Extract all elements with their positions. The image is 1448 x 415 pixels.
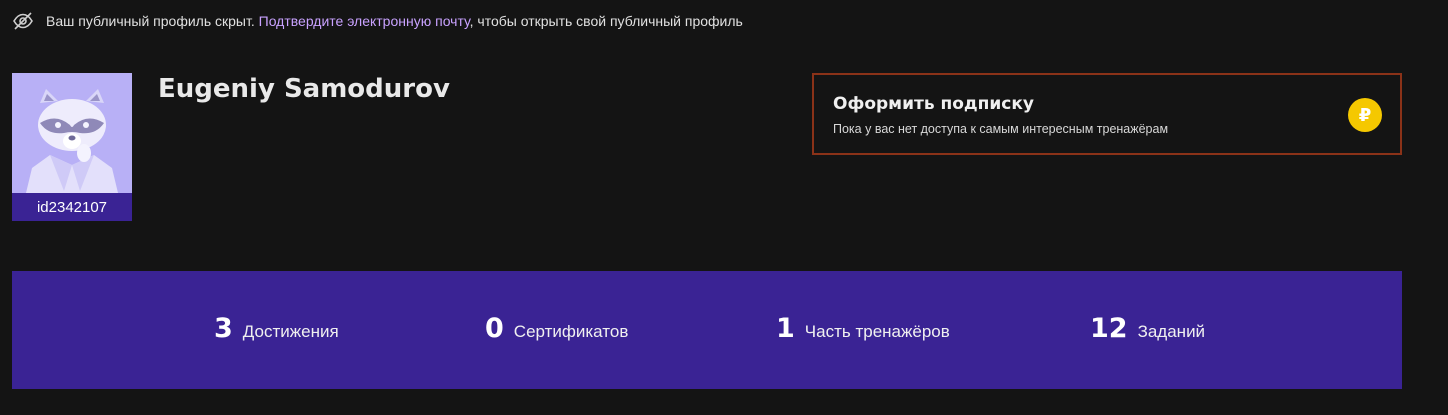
confirm-email-link[interactable]: Подтвердите электронную почту xyxy=(259,13,470,29)
stat-label: Сертификатов xyxy=(513,322,629,341)
ruble-coin-icon: ₽ xyxy=(1348,98,1382,132)
notice-text-before: Ваш публичный профиль скрыт. xyxy=(46,13,255,29)
stat-certificates[interactable]: 0 Сертификатов xyxy=(485,313,628,344)
avatar[interactable]: id2342107 xyxy=(12,73,132,221)
stat-value: 12 xyxy=(1090,313,1128,344)
stat-value: 3 xyxy=(214,313,233,344)
subscription-description: Пока у вас нет доступа к самым интересны… xyxy=(833,122,1169,136)
stat-achievements[interactable]: 3 Достижения xyxy=(214,313,339,344)
subscription-card[interactable]: Оформить подписку Пока у вас нет доступа… xyxy=(812,73,1402,155)
notice-text-after: , чтобы открыть свой публичный профиль xyxy=(469,13,743,29)
stat-label: Заданий xyxy=(1137,322,1206,341)
stat-label: Достижения xyxy=(242,322,339,341)
subscription-title: Оформить подписку xyxy=(833,94,1035,114)
user-id-label: id2342107 xyxy=(12,193,132,221)
notice-text: Ваш публичный профиль скрыт. Подтвердите… xyxy=(46,13,743,29)
eye-off-icon xyxy=(12,10,34,32)
stats-bar: 3 Достижения 0 Сертификатов 1 Часть трен… xyxy=(12,271,1402,389)
profile-name: Eugeniy Samodurov xyxy=(158,74,450,104)
stat-value: 0 xyxy=(485,313,504,344)
stat-label: Часть тренажёров xyxy=(804,322,950,341)
stat-tasks[interactable]: 12 Заданий xyxy=(1090,313,1205,344)
stat-value: 1 xyxy=(776,313,795,344)
profile-hidden-notice: Ваш публичный профиль скрыт. Подтвердите… xyxy=(12,10,743,32)
stat-trainers[interactable]: 1 Часть тренажёров xyxy=(776,313,950,344)
